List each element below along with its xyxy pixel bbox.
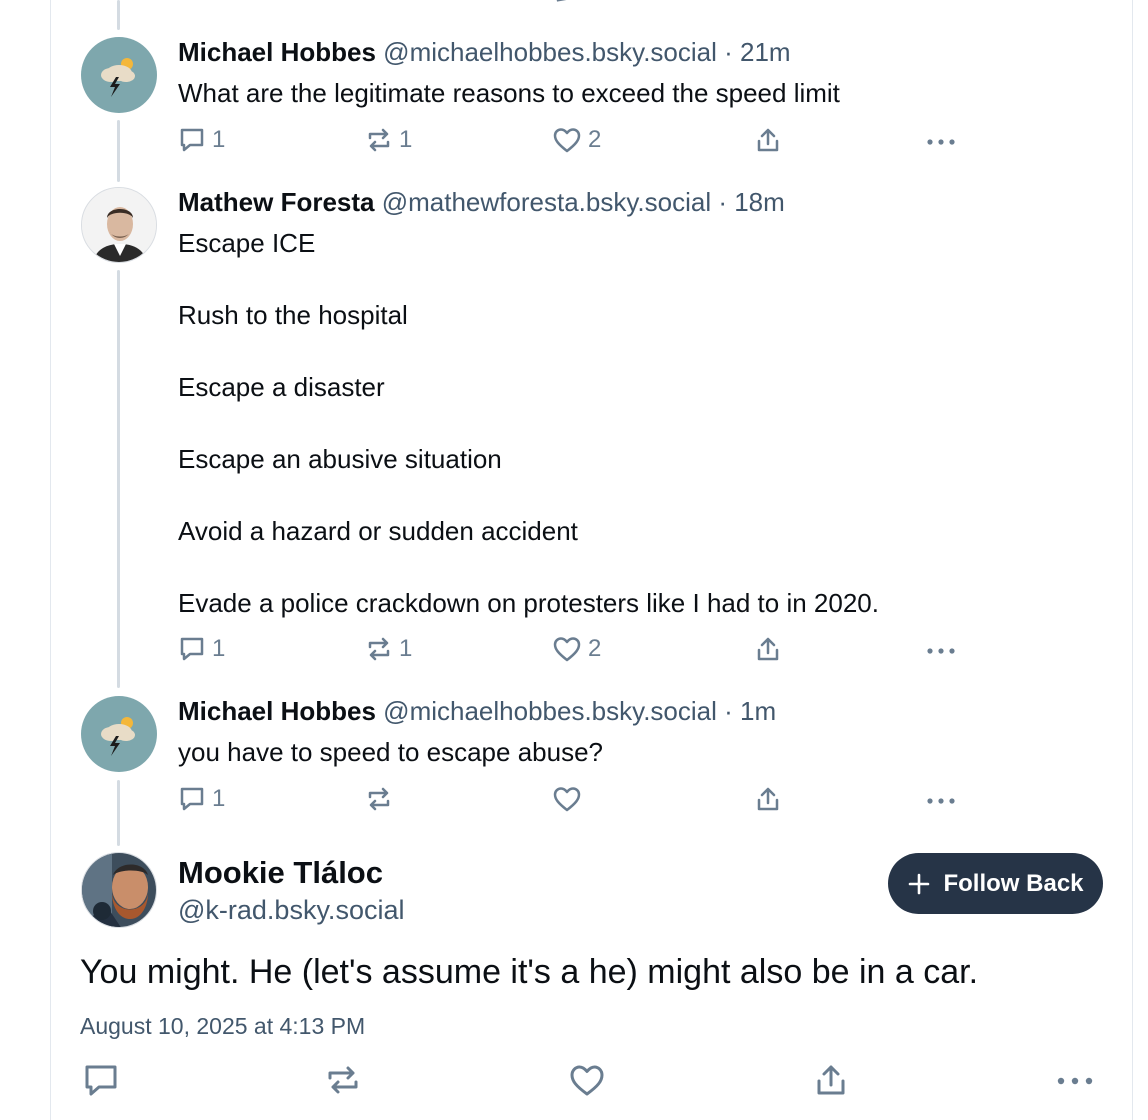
- post-header: Mathew Foresta @mathewforesta.bsky.socia…: [178, 186, 785, 218]
- post-time[interactable]: 1m: [740, 696, 776, 726]
- more-icon: [927, 798, 955, 804]
- avatar[interactable]: [81, 37, 157, 113]
- thread-line: [117, 780, 120, 846]
- like-icon: [570, 1065, 604, 1096]
- repost-count: 1: [399, 635, 413, 662]
- like-icon: [553, 128, 581, 153]
- like-icon: [553, 787, 581, 812]
- more-button[interactable]: [926, 124, 956, 156]
- reply-icon: [180, 637, 204, 661]
- thread-line: [117, 0, 120, 30]
- post-text-line: Rush to the hospital: [178, 300, 408, 330]
- plus-icon: [909, 873, 930, 894]
- avatar[interactable]: [81, 852, 157, 928]
- reply-count: 1: [212, 126, 226, 153]
- follow-back-label: Follow Back: [943, 869, 1084, 897]
- repost-button[interactable]: [325, 1064, 361, 1096]
- like-icon: [553, 637, 581, 662]
- like-count: 2: [588, 126, 602, 153]
- profile-photo: [82, 188, 156, 262]
- reply-button[interactable]: 1: [178, 783, 225, 815]
- author-handle[interactable]: @michaelhobbes.bsky.social: [383, 696, 717, 726]
- like-button[interactable]: [568, 1064, 606, 1096]
- post-text-line: Escape ICE: [178, 228, 316, 258]
- post-text: you have to speed to escape abuse?: [178, 737, 603, 767]
- post-text: What are the legitimate reasons to excee…: [178, 78, 840, 108]
- share-button[interactable]: [754, 124, 782, 156]
- reply-button[interactable]: [83, 1064, 119, 1096]
- share-icon: [757, 787, 779, 811]
- post-text-line: Escape an abusive situation: [178, 444, 502, 474]
- share-icon: [757, 637, 779, 661]
- follow-back-button[interactable]: Follow Back: [888, 853, 1103, 914]
- post-text-line: Avoid a hazard or sudden accident: [178, 516, 578, 546]
- share-icon: [817, 1065, 845, 1095]
- more-icon: [927, 139, 955, 145]
- post-text-line: Escape a disaster: [178, 372, 385, 402]
- like-count: 2: [588, 635, 602, 662]
- author-name[interactable]: Michael Hobbes: [178, 696, 376, 726]
- reply-count: 1: [212, 635, 226, 662]
- more-icon: [927, 648, 955, 654]
- reply-icon: [85, 1065, 117, 1096]
- author-handle[interactable]: @mathewforesta.bsky.social: [382, 187, 711, 217]
- like-button[interactable]: 2: [552, 633, 601, 665]
- repost-button[interactable]: 1: [365, 124, 412, 156]
- reply-icon: [180, 128, 204, 152]
- more-button[interactable]: [926, 633, 956, 665]
- author-handle[interactable]: @k-rad.bsky.social: [178, 894, 404, 926]
- column-border-right: [1132, 0, 1133, 1120]
- repost-icon: [368, 128, 390, 152]
- share-button[interactable]: [813, 1064, 849, 1096]
- weather-icon: [101, 58, 135, 97]
- author-name[interactable]: Mookie Tláloc: [178, 854, 383, 892]
- more-button[interactable]: [1056, 1064, 1094, 1096]
- repost-button[interactable]: 1: [365, 633, 412, 665]
- post-date[interactable]: August 10, 2025 at 4:13 PM: [80, 1010, 365, 1042]
- reply-icon: [180, 787, 204, 811]
- more-icon: [1057, 1077, 1093, 1085]
- repost-icon: [368, 787, 390, 811]
- separator: ·: [711, 187, 735, 217]
- author-name[interactable]: Mathew Foresta: [178, 187, 375, 217]
- author-name[interactable]: Michael Hobbes: [178, 37, 376, 67]
- avatar[interactable]: [81, 187, 157, 263]
- share-button[interactable]: [754, 633, 782, 665]
- separator: ·: [716, 696, 741, 726]
- repost-count: 1: [399, 126, 413, 153]
- like-icon[interactable]: [555, 0, 577, 2]
- repost-icon: [368, 637, 390, 661]
- like-button[interactable]: [552, 783, 582, 815]
- reply-button[interactable]: 1: [178, 124, 225, 156]
- avatar[interactable]: [81, 696, 157, 772]
- profile-photo: [82, 853, 156, 927]
- repost-icon: [328, 1066, 358, 1094]
- thread-line: [117, 120, 120, 182]
- post-header: Michael Hobbes @michaelhobbes.bsky.socia…: [178, 36, 791, 68]
- post-header: Michael Hobbes @michaelhobbes.bsky.socia…: [178, 695, 776, 727]
- weather-icon: [101, 717, 135, 756]
- repost-button[interactable]: [365, 783, 393, 815]
- post-time[interactable]: 21m: [740, 37, 791, 67]
- column-border-left: [50, 0, 51, 1120]
- share-icon: [757, 128, 779, 152]
- post-text-line: Evade a police crackdown on protesters l…: [178, 588, 879, 618]
- author-handle[interactable]: @michaelhobbes.bsky.social: [383, 37, 717, 67]
- like-button[interactable]: 2: [552, 124, 601, 156]
- post-time[interactable]: 18m: [734, 187, 785, 217]
- separator: ·: [716, 37, 741, 67]
- share-button[interactable]: [754, 783, 782, 815]
- post-text: You might. He (let's assume it's a he) m…: [80, 953, 979, 991]
- reply-button[interactable]: 1: [178, 633, 225, 665]
- reply-count: 1: [212, 785, 226, 812]
- more-button[interactable]: [926, 783, 956, 815]
- thread-line: [117, 270, 120, 688]
